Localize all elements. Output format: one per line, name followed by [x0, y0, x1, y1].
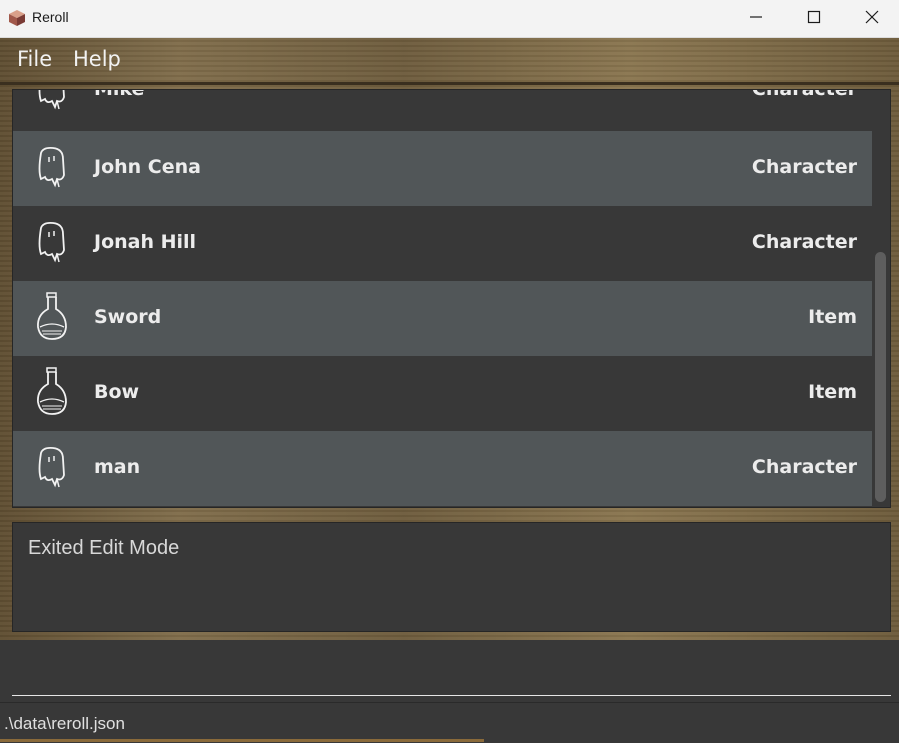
list-item[interactable]: John Cena Character — [13, 131, 872, 206]
result-display: Exited Edit Mode — [12, 522, 891, 632]
result-message: Exited Edit Mode — [28, 537, 180, 559]
item-type: Character — [751, 231, 857, 253]
list-item[interactable]: man Character — [13, 431, 872, 506]
item-type: Item — [808, 381, 857, 403]
window-title: Reroll — [32, 9, 69, 25]
list-item[interactable]: Sword Item — [13, 281, 872, 356]
status-bar: .\data\reroll.json — [0, 702, 899, 743]
command-input[interactable] — [12, 640, 891, 696]
minimize-icon — [749, 9, 763, 28]
list-scrollbar[interactable] — [872, 90, 890, 507]
list-item[interactable]: Mike Character — [13, 89, 872, 128]
file-path: .\data\reroll.json — [4, 714, 125, 733]
character-ghost-icon — [33, 220, 71, 268]
title-bar: Reroll — [0, 0, 899, 38]
menu-file[interactable]: File — [17, 47, 52, 71]
potion-flask-icon — [33, 292, 71, 343]
item-name: Sword — [94, 306, 162, 328]
list-item[interactable]: Jonah Hill Character — [13, 206, 872, 281]
item-name: man — [94, 456, 141, 478]
character-ghost-icon — [33, 90, 71, 115]
item-name: Mike — [94, 89, 145, 100]
item-name: John Cena — [94, 156, 201, 178]
item-name: Bow — [94, 381, 140, 403]
character-ghost-icon — [33, 145, 71, 193]
close-icon — [865, 9, 879, 28]
list-item[interactable]: Bow Item — [13, 356, 872, 431]
close-button[interactable] — [843, 0, 899, 37]
minimize-button[interactable] — [727, 0, 785, 37]
potion-flask-icon — [33, 367, 71, 418]
item-name: Jonah Hill — [94, 231, 197, 253]
menu-help[interactable]: Help — [73, 47, 121, 71]
entity-list: Mike Character John Cena Character Jonah… — [12, 89, 891, 508]
app-cube-icon — [8, 9, 26, 27]
scrollbar-thumb[interactable] — [875, 252, 886, 502]
menu-bar — [0, 38, 899, 85]
item-type: Item — [808, 306, 857, 328]
maximize-icon — [807, 9, 821, 28]
maximize-button[interactable] — [785, 0, 843, 37]
item-type: Character — [751, 89, 857, 100]
item-type: Character — [751, 156, 857, 178]
item-type: Character — [751, 456, 857, 478]
command-box — [0, 640, 899, 702]
character-ghost-icon — [33, 445, 71, 493]
